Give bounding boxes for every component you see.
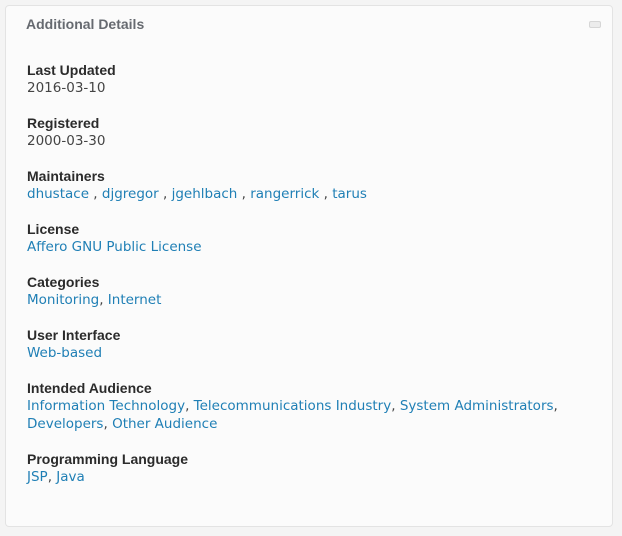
audience-link[interactable]: Information Technology: [27, 398, 185, 414]
minimize-icon[interactable]: [589, 21, 601, 28]
audience-link[interactable]: Telecommunications Industry: [194, 398, 392, 414]
field-label: Last Updated: [27, 62, 116, 78]
audience-link[interactable]: Other Audience: [112, 416, 217, 432]
programming-language-links: JSP, Java: [27, 468, 597, 486]
maintainer-link[interactable]: rangerrick: [250, 186, 319, 202]
license-links: Affero GNU Public License: [27, 238, 597, 256]
category-link[interactable]: Monitoring: [27, 292, 99, 308]
user-interface-links: Web-based: [27, 344, 597, 362]
intended-audience-links: Information Technology, Telecommunicatio…: [27, 397, 597, 433]
language-link[interactable]: Java: [56, 469, 85, 485]
separator: ,: [237, 186, 251, 202]
panel-title: Additional Details: [26, 16, 145, 32]
field-label: License: [27, 221, 80, 237]
field-user-interface: User Interface Web-based: [27, 327, 597, 362]
maintainer-link[interactable]: dhustace: [27, 186, 89, 202]
separator: ,: [391, 398, 400, 414]
field-label: Categories: [27, 274, 100, 290]
field-last-updated: Last Updated 2016-03-10: [27, 62, 597, 97]
field-label: Intended Audience: [27, 380, 152, 396]
separator: ,: [158, 186, 172, 202]
user-interface-link[interactable]: Web-based: [27, 345, 102, 361]
separator: ,: [99, 292, 108, 308]
separator: ,: [47, 469, 57, 485]
maintainer-link[interactable]: jgehlbach: [172, 186, 238, 202]
separator: ,: [103, 416, 113, 432]
language-link[interactable]: JSP: [27, 469, 48, 485]
maintainer-link[interactable]: tarus: [332, 186, 367, 202]
field-label: Maintainers: [27, 168, 105, 184]
field-intended-audience: Intended Audience Information Technology…: [27, 380, 597, 433]
last-updated-value: 2016-03-10: [27, 80, 106, 96]
audience-link[interactable]: System Administrators: [400, 398, 554, 414]
field-maintainers: Maintainers dhustace , djgregor , jgehlb…: [27, 168, 597, 203]
field-programming-language: Programming Language JSP, Java: [27, 451, 597, 486]
additional-details-panel: Additional Details Last Updated 2016-03-…: [5, 5, 613, 527]
separator: ,: [185, 398, 194, 414]
categories-links: Monitoring, Internet: [27, 291, 597, 309]
category-link[interactable]: Internet: [108, 292, 162, 308]
maintainer-link[interactable]: djgregor: [102, 186, 159, 202]
license-link[interactable]: Affero GNU Public License: [27, 239, 202, 255]
details-list: Last Updated 2016-03-10 Registered 2000-…: [27, 62, 597, 504]
field-label: Programming Language: [27, 451, 189, 467]
field-license: License Affero GNU Public License: [27, 221, 597, 256]
field-registered: Registered 2000-03-30: [27, 115, 597, 150]
separator: ,: [553, 398, 558, 414]
registered-value: 2000-03-30: [27, 133, 106, 149]
separator: ,: [89, 186, 102, 202]
separator: ,: [319, 186, 333, 202]
maintainers-links: dhustace , djgregor , jgehlbach , ranger…: [27, 185, 597, 203]
field-label: User Interface: [27, 327, 121, 343]
field-label: Registered: [27, 115, 100, 131]
field-categories: Categories Monitoring, Internet: [27, 274, 597, 309]
audience-link[interactable]: Developers: [27, 416, 103, 432]
